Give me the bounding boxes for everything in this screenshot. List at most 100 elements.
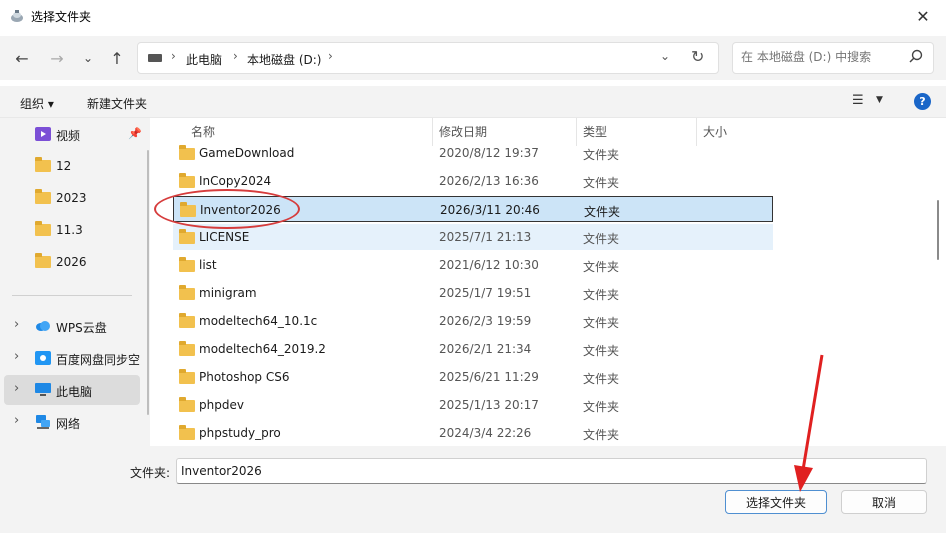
sidebar-item-label: 11.3	[56, 223, 83, 237]
expand-chevron-icon[interactable]: ›	[14, 413, 19, 428]
sidebar-item-label: 2023	[56, 191, 87, 205]
file-row[interactable]: phpdev 2025/1/13 20:17 文件夹	[173, 392, 773, 418]
select-folder-button[interactable]: 选择文件夹	[725, 490, 827, 514]
sidebar-item-label: 网络	[56, 417, 81, 431]
cancel-button[interactable]: 取消	[841, 490, 927, 514]
file-modified: 2020/8/12 19:37	[439, 146, 539, 160]
file-type: 文件夹	[583, 344, 620, 358]
file-type: 文件夹	[583, 148, 620, 162]
sidebar-item-this-pc[interactable]: › 此电脑	[4, 375, 140, 405]
file-list-scrollbar[interactable]	[937, 200, 939, 260]
file-name: minigram	[199, 286, 257, 300]
file-modified: 2026/3/11 20:46	[440, 203, 540, 217]
file-type: 文件夹	[583, 288, 620, 302]
sidebar-item-baidu-sync[interactable]: › 百度网盘同步空	[4, 343, 140, 373]
pin-icon[interactable]: 📌	[128, 127, 142, 140]
sort-ascending-icon: ⌃	[302, 118, 310, 125]
drive-icon	[148, 54, 162, 62]
breadcrumb-this-pc[interactable]: 此电脑	[186, 51, 222, 68]
file-name: LICENSE	[199, 230, 250, 244]
file-row-selected[interactable]: Inventor2026 2026/3/11 20:46 文件夹	[173, 196, 773, 222]
breadcrumb-separator: ›	[171, 49, 176, 63]
file-row[interactable]: minigram 2025/1/7 19:51 文件夹	[173, 280, 773, 306]
search-box[interactable]	[732, 42, 934, 74]
network-icon	[36, 415, 50, 429]
file-name: InCopy2024	[199, 174, 272, 188]
file-name: GameDownload	[199, 146, 295, 160]
app-icon	[11, 10, 23, 22]
address-dropdown-icon[interactable]: ⌄	[660, 49, 670, 63]
address-bar[interactable]: › 此电脑 › 本地磁盘 (D:) › ⌄ ↻	[137, 42, 719, 74]
breadcrumb-separator[interactable]: ›	[328, 49, 333, 63]
file-name: phpstudy_pro	[199, 426, 281, 440]
back-arrow-icon[interactable]: ←	[10, 46, 34, 70]
sidebar-item-2026[interactable]: 2026	[4, 247, 140, 277]
folder-icon	[179, 397, 195, 412]
organize-button[interactable]: 组织 ▾	[20, 95, 54, 112]
sidebar-item-2023[interactable]: 2023	[4, 183, 140, 213]
up-arrow-icon[interactable]: ↑	[105, 46, 129, 70]
window-title: 选择文件夹	[31, 10, 92, 24]
sidebar-scrollbar[interactable]	[147, 150, 149, 415]
breadcrumb-local-disk-d[interactable]: 本地磁盘 (D:)	[247, 51, 321, 68]
sidebar-item-label: WPS云盘	[56, 321, 107, 335]
expand-chevron-icon[interactable]: ›	[14, 381, 19, 396]
file-modified: 2025/7/1 21:13	[439, 230, 532, 244]
column-header-modified[interactable]: 修改日期	[439, 123, 487, 140]
file-row[interactable]: GameDownload 2020/8/12 19:37 文件夹	[173, 140, 773, 166]
cloud-icon	[36, 321, 50, 331]
sidebar-item-11-3[interactable]: 11.3	[4, 215, 140, 245]
file-modified: 2026/2/3 19:59	[439, 314, 532, 328]
sidebar-item-wps-cloud[interactable]: › WPS云盘	[4, 311, 140, 341]
recent-locations-chevron-icon[interactable]: ⌄	[76, 46, 100, 70]
expand-chevron-icon[interactable]: ›	[14, 317, 19, 332]
forward-arrow-icon[interactable]: →	[45, 46, 69, 70]
file-modified: 2025/1/13 20:17	[439, 398, 539, 412]
navigation-pane: 视频 📌 12 2023 11.3 2026 › WPS云盘 › 百度网盘同步空…	[0, 118, 150, 446]
column-header-name[interactable]: 名称	[191, 123, 215, 140]
search-icon[interactable]	[909, 49, 923, 67]
new-folder-button[interactable]: 新建文件夹	[87, 95, 147, 112]
file-row[interactable]: InCopy2024 2026/2/13 16:36 文件夹	[173, 168, 773, 194]
view-options-icon[interactable]: ☰	[852, 93, 864, 108]
search-input[interactable]	[741, 50, 901, 64]
file-type: 文件夹	[583, 176, 620, 190]
close-icon[interactable]: ✕	[900, 0, 946, 32]
expand-chevron-icon[interactable]: ›	[14, 349, 19, 364]
view-dropdown-icon[interactable]: ▼	[876, 95, 883, 105]
file-modified: 2025/1/7 19:51	[439, 286, 532, 300]
sidebar-item-label: 百度网盘同步空	[56, 353, 141, 367]
file-row[interactable]: modeltech64_10.1c 2026/2/3 19:59 文件夹	[173, 308, 773, 334]
sidebar-item-12[interactable]: 12	[4, 151, 140, 181]
sidebar-item-network[interactable]: › 网络	[4, 407, 140, 437]
file-name: modeltech64_10.1c	[199, 314, 318, 328]
baidu-icon	[35, 351, 51, 365]
file-row[interactable]: LICENSE 2025/7/1 21:13 文件夹	[173, 224, 773, 250]
folder-icon	[179, 425, 195, 440]
file-row[interactable]: list 2021/6/12 10:30 文件夹	[173, 252, 773, 278]
column-header-size[interactable]: 大小	[703, 123, 727, 140]
column-header-type[interactable]: 类型	[583, 123, 607, 140]
folder-icon	[35, 221, 51, 236]
folder-icon	[179, 173, 195, 188]
folder-icon	[179, 313, 195, 328]
folder-icon	[35, 157, 51, 172]
command-toolbar: 组织 ▾ 新建文件夹 ☰ ▼ ?	[0, 86, 946, 118]
file-row[interactable]: phpstudy_pro 2024/3/4 22:26 文件夹	[173, 420, 773, 446]
file-row[interactable]: Photoshop CS6 2025/6/21 11:29 文件夹	[173, 364, 773, 390]
breadcrumb-separator[interactable]: ›	[233, 49, 238, 63]
file-type: 文件夹	[583, 232, 620, 246]
folder-icon	[35, 253, 51, 268]
folder-icon	[179, 285, 195, 300]
title-bar: 选择文件夹 ✕	[0, 0, 946, 32]
file-name: Photoshop CS6	[199, 370, 290, 384]
sidebar-item-videos[interactable]: 视频 📌	[4, 119, 142, 149]
file-modified: 2021/6/12 10:30	[439, 258, 539, 272]
file-type: 文件夹	[584, 205, 621, 219]
folder-name-field[interactable]	[176, 458, 927, 484]
sidebar-item-label: 2026	[56, 255, 87, 269]
sidebar-divider	[12, 295, 132, 296]
file-row[interactable]: modeltech64_2019.2 2026/2/1 21:34 文件夹	[173, 336, 773, 362]
refresh-icon[interactable]: ↻	[691, 47, 704, 66]
help-icon[interactable]: ?	[914, 93, 931, 110]
